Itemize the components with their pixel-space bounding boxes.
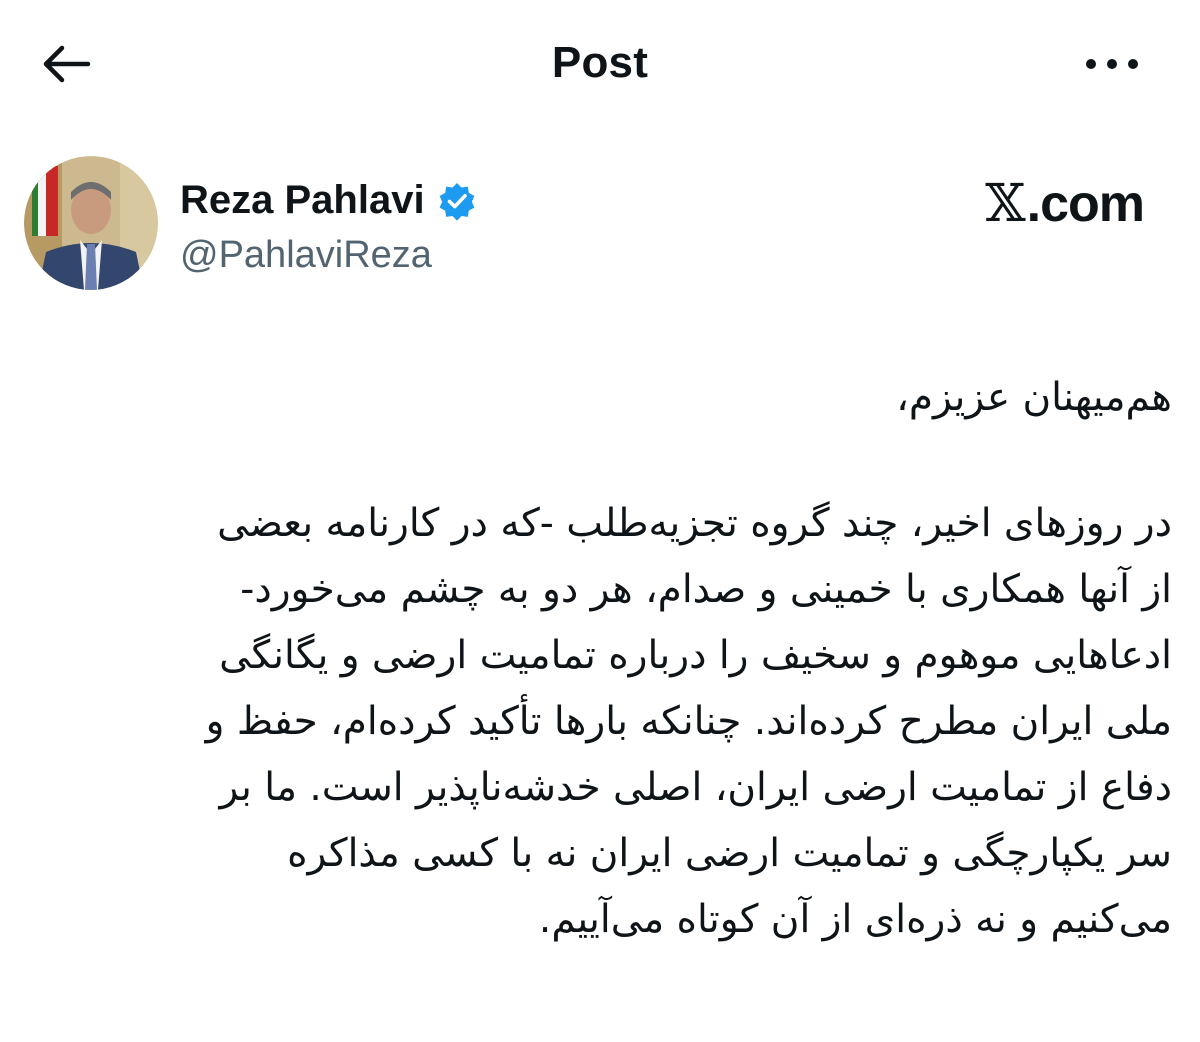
page-title: Post (551, 38, 649, 87)
brand-domain: .com (1026, 175, 1145, 233)
post-text: هم‌میهنان عزیزم، در روزهای اخیر، چند گرو… (40, 365, 1172, 953)
post-paragraph: در روزهای اخیر، چند گروه تجزیه‌طلب -که د… (40, 491, 1172, 953)
author-handle[interactable]: @PahlaviReza (180, 234, 432, 277)
avatar-photo (24, 156, 158, 290)
post-line: ادعاهایی موهوم و سخیف را درباره تمامیت ا… (219, 633, 1172, 678)
verified-badge-icon (437, 181, 477, 221)
x-logo: 𝕏 (985, 174, 1025, 234)
top-bar: Post (0, 0, 1200, 125)
post-line: ملی ایران مطرح کرده‌اند. چنانکه بارها تأ… (205, 699, 1172, 744)
author-display-name[interactable]: Reza Pahlavi (180, 178, 425, 223)
post-line: در روزهای اخیر، چند گروه تجزیه‌طلب -که د… (217, 501, 1172, 546)
post-line: دفاع از تمامیت ارضی ایران، اصلی خدشه‌ناپ… (219, 765, 1172, 810)
post-line: می‌کنیم و نه ذره‌ای از آن کوتاه می‌آییم. (538, 897, 1172, 942)
avatar[interactable] (24, 156, 158, 290)
post-greeting: هم‌میهنان عزیزم، (896, 375, 1172, 420)
more-options-button[interactable] (1080, 40, 1144, 88)
x-com-watermark: 𝕏.com (985, 174, 1145, 234)
name-row: Reza Pahlavi (180, 178, 477, 223)
more-horizontal-icon (1086, 59, 1138, 69)
post-line: سر یکپارچگی و تمامیت ارضی ایران نه با کس… (287, 831, 1172, 876)
post-line: از آنها همکاری با خمینی و صدام، هر دو به… (240, 567, 1172, 612)
author-header: Reza Pahlavi @PahlaviReza 𝕏.com (24, 156, 1174, 296)
